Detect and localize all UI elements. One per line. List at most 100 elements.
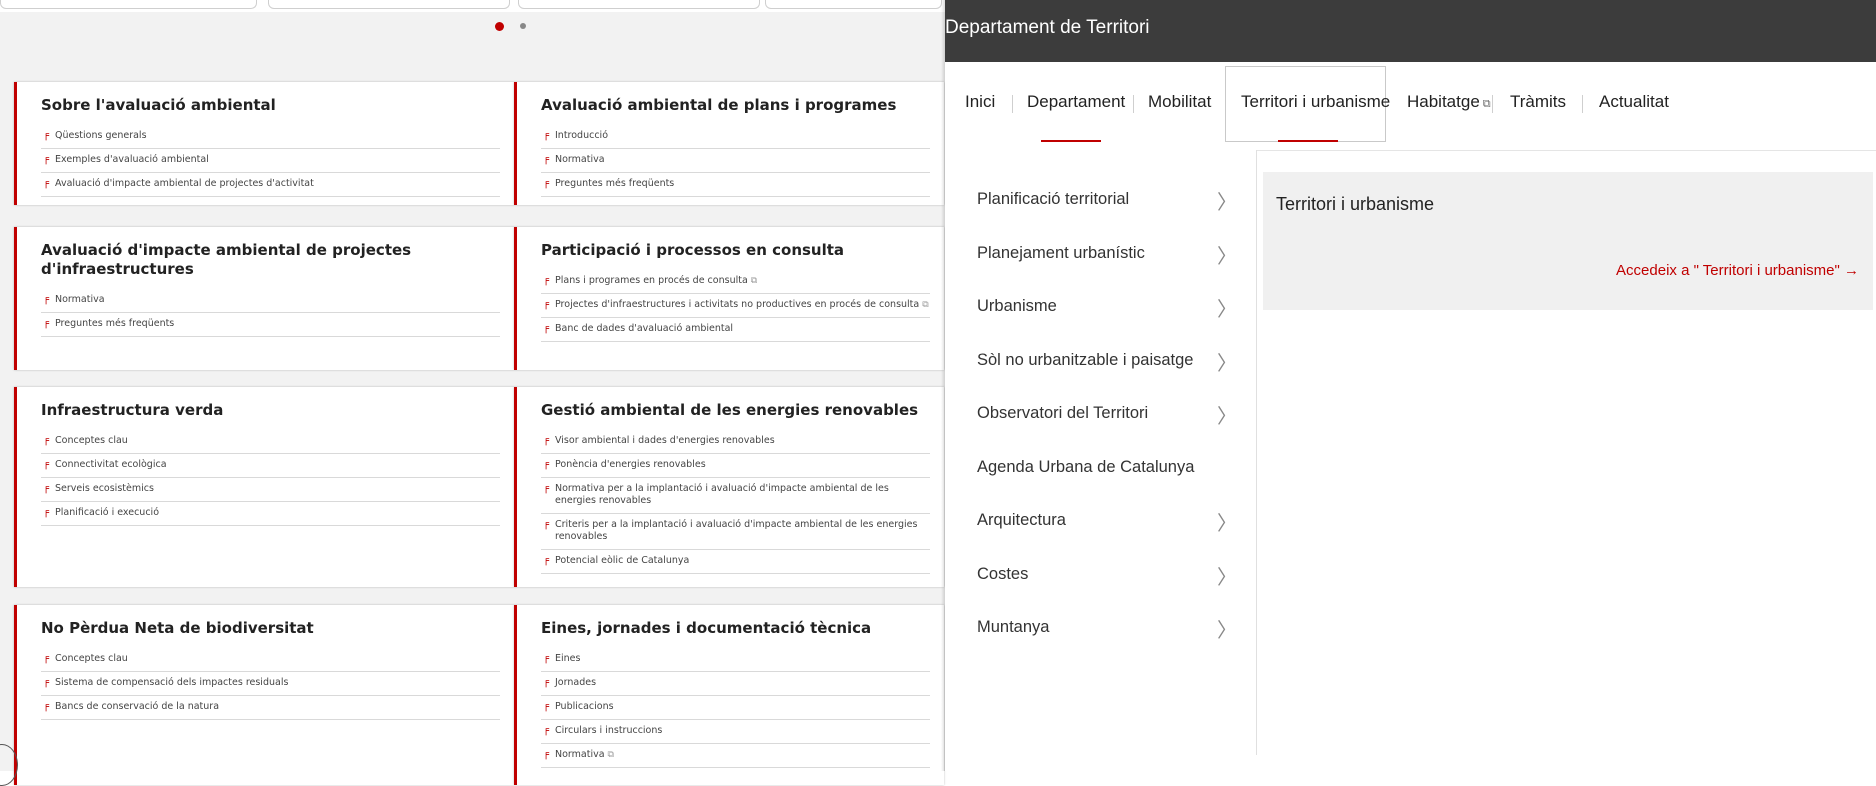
department-title[interactable]: Departament de Territori xyxy=(945,17,1150,39)
card-link-list: ╒ Plans i programes en procés de consulta… xyxy=(541,270,930,342)
side-menu-item[interactable]: Observatori del Territori 〉 xyxy=(977,364,1237,428)
card-link[interactable]: ╒ Potencial eòlic de Catalunya xyxy=(541,550,930,574)
card-link[interactable]: ╒ Sistema de compensació dels impactes re… xyxy=(41,672,500,696)
nav-item-territori-urbanisme[interactable]: Territori i urbanisme xyxy=(1241,62,1390,142)
card-link[interactable]: ╒ Conceptes clau xyxy=(41,648,500,672)
topic-card: Eines, jornades i documentació tècnica ╒ E… xyxy=(514,605,944,785)
side-menu-item[interactable]: Costes 〉 xyxy=(977,525,1237,589)
department-panel: Departament de Territori Inici Departame… xyxy=(945,0,1876,771)
red-flag-icon: ╒ xyxy=(543,178,550,189)
side-menu-item[interactable]: Muntanya 〉 xyxy=(977,578,1237,642)
card-link-label: Qüestions generals xyxy=(55,130,147,141)
card-link[interactable]: ╒ Plans i programes en procés de consulta… xyxy=(541,270,930,294)
chevron-right-icon[interactable]: 〉 xyxy=(1217,614,1237,643)
card-link[interactable]: ╒ Jornades xyxy=(541,672,930,696)
red-flag-icon: ╒ xyxy=(543,323,550,334)
red-flag-icon: ╒ xyxy=(543,653,550,664)
red-flag-icon: ╒ xyxy=(43,178,50,189)
card-link[interactable]: ╒ Ponència d'energies renovables xyxy=(541,454,930,478)
external-link-icon: ⧉ xyxy=(922,300,929,310)
card-link[interactable]: ╒ Banc de dades d'avaluació ambiental xyxy=(541,318,930,342)
card-title[interactable]: No Pèrdua Neta de biodiversitat xyxy=(41,619,500,638)
card-title[interactable]: Infraestructura verda xyxy=(41,401,500,420)
card-link[interactable]: ╒ Preguntes més freqüents xyxy=(541,173,930,197)
card-link-label: Preguntes més freqüents xyxy=(55,318,175,329)
card-title[interactable]: Participació i processos en consulta xyxy=(541,241,930,260)
red-flag-icon: ╒ xyxy=(543,519,550,530)
nav-item-tramits[interactable]: Tràmits xyxy=(1510,62,1566,142)
card-link[interactable]: ╒ Projectes d'infraestructures i activita… xyxy=(541,294,930,318)
card-link[interactable]: ╒ Normativa ⧉ xyxy=(541,744,930,768)
card-link[interactable]: ╒ Conceptes clau xyxy=(41,430,500,454)
side-menu-item[interactable]: Planejament urbanístic 〉 xyxy=(977,204,1237,268)
card-title[interactable]: Avaluació ambiental de plans i programes xyxy=(541,96,930,115)
card-link[interactable]: ╒ Bancs de conservació de la natura xyxy=(41,696,500,720)
card-link-label: Criteris per a la implantació i avaluaci… xyxy=(555,519,918,542)
card-link-label: Avaluació d'impacte ambiental de project… xyxy=(55,178,314,189)
card-title[interactable]: Eines, jornades i documentació tècnica xyxy=(541,619,930,638)
content-title: Territori i urbanisme xyxy=(1276,194,1435,214)
nav-item-mobilitat[interactable]: Mobilitat xyxy=(1148,62,1211,142)
card-link[interactable]: ╒ Normativa per a la implantació i avalua… xyxy=(541,478,930,514)
card-link[interactable]: ╒ Preguntes més freqüents xyxy=(41,313,500,337)
red-flag-icon: ╒ xyxy=(543,725,550,736)
nav-item-actualitat[interactable]: Actualitat xyxy=(1599,62,1669,142)
card-link[interactable]: ╒ Visor ambiental i dades d'energies reno… xyxy=(541,430,930,454)
side-menu-item[interactable]: Urbanisme 〉 xyxy=(977,257,1237,321)
card-title[interactable]: Sobre l'avaluació ambiental xyxy=(41,96,500,115)
red-flag-icon: ╒ xyxy=(543,130,550,141)
card-link[interactable]: ╒ Eines xyxy=(541,648,930,672)
card-link[interactable]: ╒ Publicacions xyxy=(541,696,930,720)
access-link[interactable]: Accedeix a " Territori i urbanisme" → xyxy=(1616,262,1859,279)
carousel-dot[interactable] xyxy=(520,23,526,29)
carousel-dot-active[interactable] xyxy=(495,22,504,31)
red-flag-icon: ╒ xyxy=(543,435,550,446)
nav-item-habitatge[interactable]: Habitatge ⧉ xyxy=(1407,62,1491,142)
nav-active-underline xyxy=(1278,140,1338,142)
topic-card: Avaluació d'impacte ambiental de project… xyxy=(14,227,514,370)
card-link-list: ╒ Normativa ╒ Preguntes més freqüents xyxy=(41,289,500,337)
card-link[interactable]: ╒ Connectivitat ecològica xyxy=(41,454,500,478)
red-flag-icon: ╒ xyxy=(43,435,50,446)
card-link-label: Normativa xyxy=(555,749,605,760)
carousel-card-edge xyxy=(518,0,760,9)
card-title[interactable]: Avaluació d'impacte ambiental de project… xyxy=(41,241,500,279)
nav-separator xyxy=(1133,95,1134,113)
red-flag-icon: ╒ xyxy=(43,507,50,518)
nav-item-departament[interactable]: Departament xyxy=(1027,62,1125,142)
card-link-label: Plans i programes en procés de consulta xyxy=(555,275,748,286)
side-menu-label: Muntanya xyxy=(977,618,1050,636)
card-link-label: Preguntes més freqüents xyxy=(555,178,675,189)
nav-underline xyxy=(1041,140,1101,142)
card-link[interactable]: ╒ Planificació i execució xyxy=(41,502,500,526)
card-link[interactable]: ╒ Introducció xyxy=(541,125,930,149)
side-menu-item[interactable]: Sòl no urbanitzable i paisatge 〉 xyxy=(977,311,1237,375)
red-flag-icon: ╒ xyxy=(543,677,550,688)
card-link[interactable]: ╒ Serveis ecosistèmics xyxy=(41,478,500,502)
card-link-label: Eines xyxy=(555,653,581,664)
nav-separator xyxy=(1582,95,1583,113)
card-title[interactable]: Gestió ambiental de les energies renovab… xyxy=(541,401,930,420)
card-link-list: ╒ Conceptes clau ╒ Sistema de compensació d… xyxy=(41,648,500,720)
card-link-label: Normativa xyxy=(555,154,605,165)
side-menu-item[interactable]: Arquitectura 〉 xyxy=(977,471,1237,535)
card-link[interactable]: ╒ Exemples d'avaluació ambiental xyxy=(41,149,500,173)
red-flag-icon: ╒ xyxy=(43,154,50,165)
card-link[interactable]: ╒ Normativa xyxy=(41,289,500,313)
side-menu-item[interactable]: Agenda Urbana de Catalunya xyxy=(977,418,1227,478)
card-link[interactable]: ╒ Qüestions generals xyxy=(41,125,500,149)
card-link[interactable]: ╒ Circulars i instruccions xyxy=(541,720,930,744)
card-link-label: Projectes d'infraestructures i activitat… xyxy=(555,299,920,310)
card-link[interactable]: ╒ Avaluació d'impacte ambiental de projec… xyxy=(41,173,500,197)
external-link-icon: ⧉ xyxy=(1482,98,1491,110)
card-link-list: ╒ Qüestions generals ╒ Exemples d'avaluació… xyxy=(41,125,500,197)
red-flag-icon: ╒ xyxy=(43,294,50,305)
card-link[interactable]: ╒ Normativa xyxy=(541,149,930,173)
card-link-label: Conceptes clau xyxy=(55,435,128,446)
card-link[interactable]: ╒ Criteris per a la implantació i avaluac… xyxy=(541,514,930,550)
side-menu-item[interactable]: Planificació territorial 〉 xyxy=(977,150,1237,214)
card-link-label: Sistema de compensació dels impactes res… xyxy=(55,677,289,688)
card-link-label: Conceptes clau xyxy=(55,653,128,664)
card-link-list: ╒ Visor ambiental i dades d'energies reno… xyxy=(541,430,930,574)
nav-item-inici[interactable]: Inici xyxy=(965,62,995,142)
